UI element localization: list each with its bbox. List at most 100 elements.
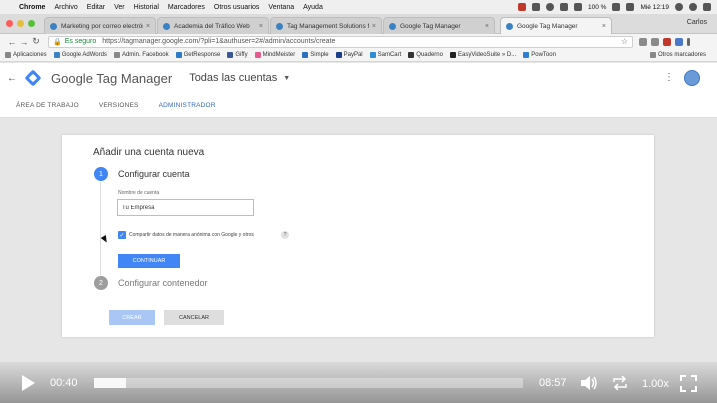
cancel-button[interactable]: CANCELAR: [164, 310, 224, 325]
battery-text: 100 %: [588, 3, 607, 11]
reload-icon[interactable]: ↻: [30, 36, 42, 47]
tab-favicon-icon: [506, 22, 513, 30]
bookmark-label: EasyVideoSuite » D...: [457, 52, 517, 58]
account-name-input[interactable]: [117, 199, 254, 216]
play-icon[interactable]: [22, 375, 35, 391]
bookmark-item[interactable]: MindMeister: [254, 52, 295, 58]
tab-administrador[interactable]: ADMINISTRADOR: [159, 102, 216, 109]
close-window-icon[interactable]: [6, 20, 13, 27]
volume-tray-icon[interactable]: [574, 3, 583, 11]
bookmark-star-icon[interactable]: ☆: [621, 37, 628, 46]
maximize-window-icon[interactable]: [28, 20, 35, 27]
wifi-icon[interactable]: [560, 3, 569, 11]
avatar[interactable]: [684, 70, 700, 86]
continue-button[interactable]: CONTINUAR: [118, 254, 180, 268]
menu-archivo[interactable]: Archivo: [54, 4, 77, 11]
accounts-dropdown[interactable]: Todas las cuentas ▼: [189, 72, 290, 84]
flag-icon[interactable]: [626, 3, 635, 11]
bookmark-item[interactable]: EasyVideoSuite » D...: [449, 52, 517, 58]
menu-editar[interactable]: Editar: [87, 4, 105, 11]
url-text[interactable]: https://tagmanager.google.com/?pli=1&aut…: [102, 38, 335, 45]
browser-tab-active[interactable]: Google Tag Manager ×: [500, 17, 612, 34]
menu-historial[interactable]: Historial: [134, 4, 159, 11]
menu-ayuda[interactable]: Ayuda: [303, 4, 323, 11]
back-arrow-icon[interactable]: ←: [7, 73, 17, 84]
more-vert-icon[interactable]: ⋮: [664, 72, 674, 83]
user-icon[interactable]: [689, 3, 697, 11]
step-1-indicator: 1: [94, 167, 108, 181]
clock-icon[interactable]: [546, 3, 555, 11]
video-progress-bar[interactable]: [94, 378, 523, 388]
browser-tab[interactable]: Academia del Tráfico Web ×: [157, 17, 269, 34]
secure-label: Es seguro: [64, 38, 97, 45]
recording-icon[interactable]: [518, 3, 527, 11]
tab-title: Marketing por correo electrónico: [61, 22, 143, 30]
minimize-window-icon[interactable]: [17, 20, 24, 27]
share-data-checkbox[interactable]: ✓: [118, 231, 126, 239]
tab-favicon-icon: [389, 22, 396, 30]
account-name-label: Nombre de cuenta: [118, 190, 160, 196]
search-icon[interactable]: [675, 3, 683, 11]
bookmark-label: Quaderno: [416, 52, 443, 58]
menu-app[interactable]: Chrome: [19, 4, 45, 11]
loop-icon[interactable]: [612, 376, 628, 390]
bookmark-item[interactable]: PowToon: [523, 52, 556, 58]
bookmark-item[interactable]: Simple: [302, 52, 329, 58]
step-2-indicator: 2: [94, 276, 108, 290]
video-controls: 00:40 08:57 1.00x: [0, 362, 717, 403]
volume-icon[interactable]: [580, 375, 598, 391]
mac-menubar: Chrome Archivo Editar Ver Historial Marc…: [0, 0, 717, 14]
extension-icon[interactable]: [651, 37, 659, 46]
step-2-label: Configurar contenedor: [118, 278, 208, 288]
profile-name[interactable]: Carlos: [687, 19, 707, 26]
bookmark-label: PowToon: [531, 52, 556, 58]
tab-area-de-trabajo[interactable]: ÁREA DE TRABAJO: [16, 102, 79, 109]
address-bar[interactable]: 🔒 Es seguro https://tagmanager.google.co…: [48, 35, 633, 48]
menu-marcadores[interactable]: Marcadores: [168, 4, 205, 11]
battery-icon[interactable]: [612, 3, 621, 11]
bookmark-item[interactable]: Aplicaciones: [5, 52, 47, 58]
browser-tab[interactable]: Tag Management Solutions fo ×: [270, 17, 382, 34]
bookmark-item[interactable]: Giffy: [227, 52, 248, 58]
menu-ver[interactable]: Ver: [114, 4, 125, 11]
fullscreen-icon[interactable]: [680, 375, 697, 392]
close-tab-icon[interactable]: ×: [602, 23, 606, 30]
giffy-icon: [227, 52, 234, 58]
browser-tab[interactable]: Google Tag Manager ×: [383, 17, 495, 34]
app-icon[interactable]: [532, 3, 541, 11]
close-tab-icon[interactable]: ×: [372, 23, 376, 30]
create-button[interactable]: CREAR: [109, 310, 155, 325]
extension-icon[interactable]: [639, 37, 647, 46]
extension-icon[interactable]: [675, 37, 683, 46]
bookmark-label: Aplicaciones: [13, 52, 47, 58]
menu-ventana[interactable]: Ventana: [268, 4, 294, 11]
tab-versiones[interactable]: VERSIONES: [99, 102, 139, 109]
close-tab-icon[interactable]: ×: [146, 23, 150, 30]
help-icon[interactable]: ?: [281, 231, 289, 239]
lock-icon: 🔒: [53, 38, 62, 46]
bookmark-item[interactable]: Google AdWords: [53, 52, 107, 58]
clock-text: Mié 12:19: [640, 3, 669, 11]
playback-speed[interactable]: 1.00x: [642, 378, 669, 390]
bookmark-item[interactable]: SamCart: [369, 52, 401, 58]
easyvideosuite-icon: [449, 52, 456, 58]
bookmark-item[interactable]: PayPal: [335, 52, 363, 58]
extension-icon[interactable]: [663, 37, 671, 46]
forward-icon[interactable]: →: [18, 37, 30, 47]
bookmark-item[interactable]: GetResponse: [175, 52, 220, 58]
close-tab-icon[interactable]: ×: [485, 23, 489, 30]
other-bookmarks[interactable]: Otros marcadores: [649, 52, 706, 58]
notifications-icon[interactable]: [703, 3, 711, 11]
bookmark-item[interactable]: Quaderno: [408, 52, 443, 58]
tab-title: Tag Management Solutions fo: [287, 22, 369, 30]
menu-dots-icon[interactable]: [687, 37, 690, 46]
app-title: Google Tag Manager: [51, 70, 173, 86]
extensions: [639, 37, 690, 46]
menu-otros-usuarios[interactable]: Otros usuarios: [214, 4, 260, 11]
back-icon[interactable]: ←: [6, 37, 18, 47]
bookmark-item[interactable]: Admin. Facebook: [113, 52, 169, 58]
tab-favicon-icon: [276, 22, 283, 30]
close-tab-icon[interactable]: ×: [259, 23, 263, 30]
browser-tab[interactable]: Marketing por correo electrónico ×: [44, 17, 156, 34]
step-connector: [100, 182, 101, 275]
